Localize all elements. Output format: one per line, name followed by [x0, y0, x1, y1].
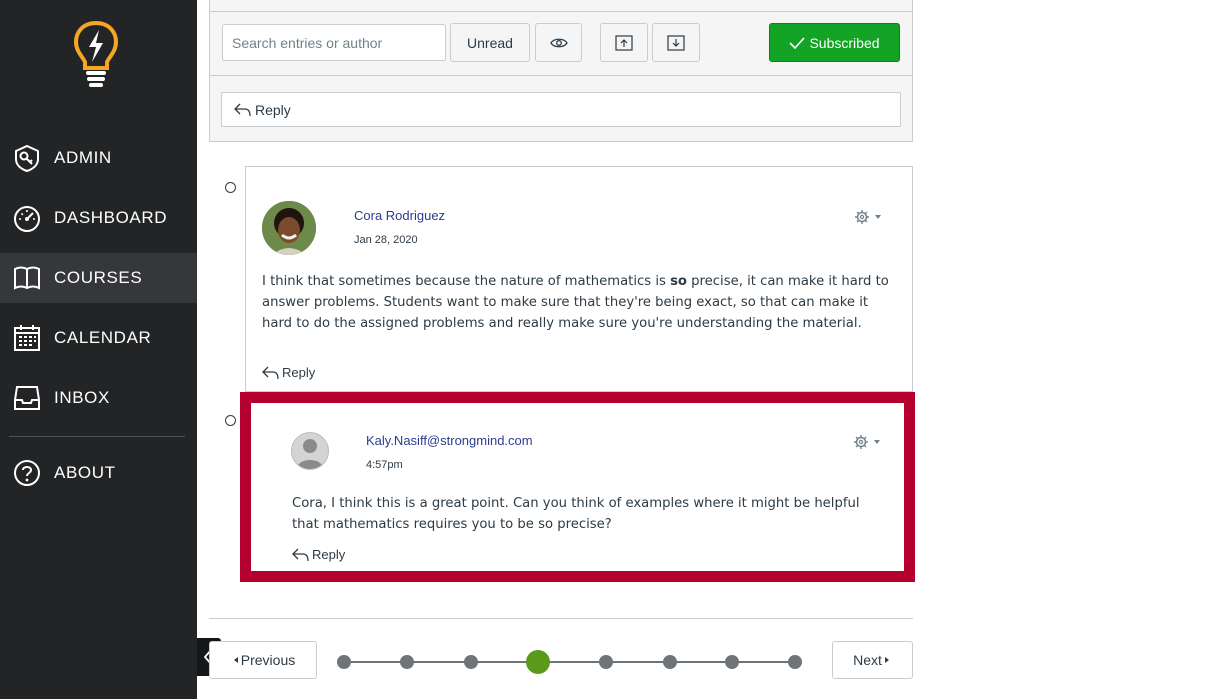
thread-marker [225, 415, 236, 426]
content-divider [209, 618, 913, 619]
nav-item-calendar[interactable]: CALENDAR [0, 313, 197, 363]
reply-message: Cora, I think this is a great point. Can… [292, 496, 860, 532]
inbox-icon [14, 386, 40, 410]
progress-step[interactable] [725, 655, 739, 669]
post-date: Jan 28, 2020 [354, 234, 418, 246]
progress-step-current[interactable] [526, 650, 550, 674]
previous-label: Previous [240, 652, 296, 668]
next-label: Next [853, 652, 882, 668]
unread-label: Unread [467, 34, 513, 51]
thread-marker [225, 182, 236, 193]
nav-label-about: ABOUT [54, 463, 116, 482]
subscribed-button[interactable]: Subscribed [769, 23, 900, 62]
gear-menu-icon[interactable] [853, 434, 881, 450]
shield-icon [15, 144, 39, 172]
sidebar: ADMIN DASHBOARD COURSES CALENDAR INBOX A… [0, 0, 197, 699]
nav-item-admin[interactable]: ADMIN [0, 133, 197, 183]
search-input[interactable] [222, 24, 446, 61]
entry-message-text: I think that sometimes because the natur… [262, 274, 671, 289]
nav-item-dashboard[interactable]: DASHBOARD [0, 193, 197, 243]
book-icon [14, 266, 40, 290]
nav-label-calendar: CALENDAR [54, 328, 152, 347]
toolbar-divider [210, 11, 912, 12]
discussion-reply: Kaly.Nasiff@strongmind.com 4:57pm Cora, … [251, 403, 904, 571]
speedometer-icon [14, 206, 40, 232]
unread-button[interactable]: Unread [450, 23, 530, 62]
progress-step[interactable] [788, 655, 802, 669]
collapse-replies-button[interactable] [600, 23, 648, 62]
default-avatar-icon [297, 439, 323, 469]
previous-button[interactable]: Previous [209, 641, 317, 679]
caret-left-icon [233, 657, 238, 663]
reply-icon [292, 548, 309, 562]
reply-icon [262, 366, 279, 380]
progress-step[interactable] [599, 655, 613, 669]
nav-item-about[interactable]: ABOUT [0, 448, 197, 498]
expand-down-icon [667, 34, 685, 51]
reply-label: Reply [282, 365, 316, 380]
avatar[interactable] [262, 201, 316, 255]
nav-label-courses: COURSES [54, 268, 143, 287]
eye-icon [549, 38, 568, 47]
reply-to-topic-box[interactable]: Reply [221, 92, 901, 127]
post-time: 4:57pm [366, 459, 403, 471]
reply-label: Reply [255, 101, 291, 118]
avatar-photo [262, 201, 316, 255]
nav-item-inbox[interactable]: INBOX [0, 373, 197, 423]
reply-button[interactable]: Reply [292, 547, 345, 562]
calendar-icon [14, 325, 40, 351]
progress-step[interactable] [337, 655, 351, 669]
subscribed-label: Subscribed [809, 34, 880, 51]
lightbulb-logo-icon[interactable] [72, 20, 120, 88]
nav-label-inbox: INBOX [54, 388, 110, 407]
toolbar-divider-2 [210, 75, 912, 76]
mark-all-read-button[interactable] [535, 23, 582, 62]
nav-label-admin: ADMIN [54, 148, 112, 167]
checkmark-icon [789, 36, 806, 49]
nav-label-dashboard: DASHBOARD [54, 208, 168, 227]
progress-step[interactable] [663, 655, 677, 669]
avatar[interactable] [291, 432, 329, 470]
gear-menu-icon[interactable] [854, 209, 882, 225]
next-button[interactable]: Next [832, 641, 913, 679]
discussion-toolbar: Unread Subscribed Reply [209, 0, 913, 142]
sidebar-divider [9, 436, 185, 437]
author-name[interactable]: Kaly.Nasiff@strongmind.com [366, 433, 533, 448]
question-icon [14, 460, 40, 486]
entry-message: I think that sometimes because the natur… [262, 271, 894, 334]
author-name[interactable]: Cora Rodriguez [354, 208, 445, 223]
progress-step[interactable] [400, 655, 414, 669]
reply-label: Reply [312, 547, 346, 562]
reply-button[interactable]: Reply [262, 365, 315, 380]
caret-right-icon [884, 657, 889, 663]
reply-icon [234, 103, 251, 117]
expand-replies-button[interactable] [652, 23, 700, 62]
collapse-up-icon [615, 34, 633, 51]
progress-step[interactable] [464, 655, 478, 669]
discussion-entry: Cora Rodriguez Jan 28, 2020 I think that… [245, 166, 913, 392]
nav-item-courses[interactable]: COURSES [0, 253, 197, 303]
entry-message-bold: so [670, 274, 687, 289]
